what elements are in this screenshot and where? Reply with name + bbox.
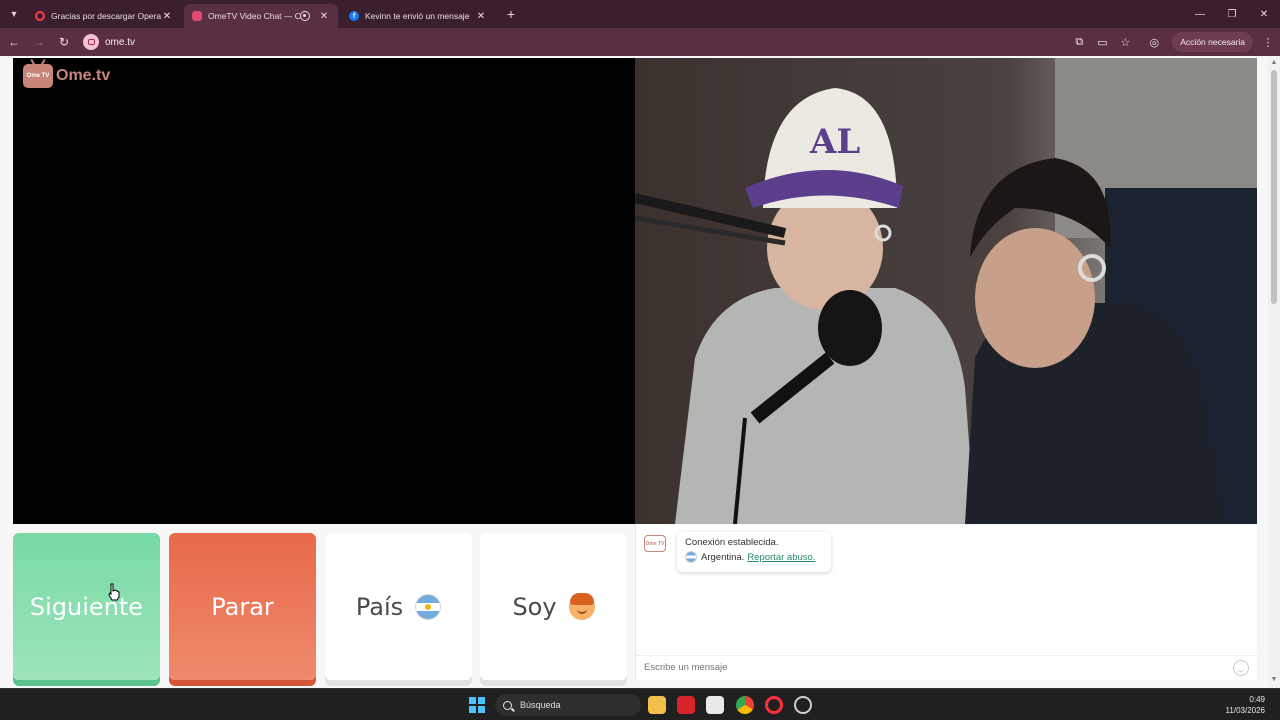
- hand-cursor-icon: [108, 583, 120, 601]
- local-video: Ome TV Ome.tv: [13, 58, 635, 524]
- page-content: Ome TV Ome.tv AL Siguiente Parar País So…: [0, 56, 1280, 688]
- profile-icon[interactable]: ◎: [1143, 31, 1165, 53]
- report-abuse-link[interactable]: Reportar abuso.: [747, 552, 815, 563]
- close-window-icon[interactable]: ✕: [1248, 0, 1280, 28]
- reload-icon[interactable]: ↻: [53, 31, 75, 53]
- tv-logo-icon: Ome TV: [23, 64, 53, 88]
- message-bar: [636, 655, 1257, 679]
- ometv-icon: [192, 11, 202, 21]
- connection-status: Conexión establecida.: [685, 537, 779, 548]
- maximize-icon[interactable]: ❐: [1216, 0, 1248, 28]
- translate-icon[interactable]: ⧉: [1068, 31, 1090, 53]
- country-button[interactable]: País: [325, 533, 472, 680]
- country-line: Argentina. Reportar abuso.: [685, 551, 823, 563]
- file-explorer-icon[interactable]: [648, 696, 666, 714]
- remote-video-frame: AL: [635, 58, 1257, 524]
- tab-search-button[interactable]: ▾: [4, 4, 24, 24]
- argentina-flag-icon: [415, 593, 442, 620]
- scroll-thumb[interactable]: [1271, 70, 1277, 304]
- next-label: Siguiente: [29, 592, 144, 621]
- ometv-logo[interactable]: Ome TV Ome.tv: [23, 64, 110, 88]
- stop-button[interactable]: Parar: [169, 533, 316, 680]
- search-icon: [503, 700, 512, 710]
- recording-icon: [300, 11, 310, 21]
- boy-emoji-icon: [568, 592, 595, 620]
- menu-icon[interactable]: ⋮: [1257, 31, 1279, 53]
- clock-date: 11/03/2026: [1225, 706, 1265, 715]
- site-info-icon[interactable]: [83, 34, 99, 50]
- bookmark-star-icon[interactable]: ☆: [1114, 31, 1136, 53]
- opera-gx-icon[interactable]: [794, 696, 812, 714]
- close-icon[interactable]: ✕: [318, 11, 330, 22]
- next-button[interactable]: Siguiente: [13, 533, 160, 680]
- facebook-icon: f: [349, 11, 359, 21]
- close-icon[interactable]: ✕: [475, 11, 487, 22]
- scroll-up-icon[interactable]: ▲: [1270, 59, 1278, 66]
- clock-time: 0:49: [1249, 695, 1265, 704]
- emoji-icon[interactable]: [1233, 660, 1249, 676]
- tab-title: Kevinn te envió un mensaje: [365, 11, 470, 21]
- scroll-down-icon[interactable]: ▼: [1270, 676, 1278, 683]
- tab-opera[interactable]: Gracias por descargar Opera ✕: [27, 4, 181, 28]
- svg-text:AL: AL: [809, 122, 860, 162]
- gender-button[interactable]: Soy: [480, 533, 627, 680]
- system-clock[interactable]: 0:49 11/03/2026: [1226, 694, 1265, 716]
- page-scrollbar[interactable]: ▲ ▼: [1268, 56, 1280, 688]
- forward-icon[interactable]: →: [28, 31, 50, 53]
- cast-icon[interactable]: ▭: [1091, 31, 1113, 53]
- argentina-flag-icon: [685, 551, 697, 563]
- ometv-chat-icon: Ome TV: [644, 535, 666, 552]
- country-label: País: [355, 592, 404, 621]
- windows-taskbar: Búsqueda 0:49 11/03/2026: [0, 688, 1280, 720]
- message-input[interactable]: [644, 662, 1204, 673]
- taskbar-search[interactable]: Búsqueda: [495, 694, 641, 716]
- country-name: Argentina.: [701, 551, 745, 563]
- tab-ometv[interactable]: OmeTV Video Chat — Ome ✕: [184, 4, 338, 28]
- tab-title: OmeTV Video Chat — Ome: [208, 11, 300, 21]
- back-icon[interactable]: ←: [3, 31, 25, 53]
- chrome-icon[interactable]: [736, 696, 754, 714]
- chat-panel: Ome TV Conexión establecida. Argentina. …: [635, 525, 1257, 680]
- gender-label: Soy: [512, 592, 557, 621]
- store-icon[interactable]: [706, 696, 724, 714]
- tab-title: Gracias por descargar Opera: [51, 11, 161, 21]
- logo-text: Ome.tv: [56, 67, 111, 84]
- close-icon[interactable]: ✕: [161, 11, 173, 22]
- action-needed-button[interactable]: Acción necesaria: [1172, 32, 1253, 52]
- tab-strip: ▾ Gracias por descargar Opera ✕ OmeTV Vi…: [0, 0, 1280, 28]
- minimize-icon[interactable]: —: [1184, 0, 1216, 28]
- wps-office-icon[interactable]: [677, 696, 695, 714]
- remote-video: AL: [635, 58, 1257, 524]
- windows-start-icon[interactable]: [469, 697, 485, 713]
- system-message: Conexión establecida. Argentina. Reporta…: [677, 532, 831, 572]
- opera-taskbar-icon[interactable]: [765, 696, 783, 714]
- stop-label: Parar: [211, 592, 274, 621]
- browser-toolbar: ← → ↻ ome.tv ⧉ ▭ ☆ ◎ Acción necesaria ⋮: [0, 28, 1280, 56]
- tab-facebook[interactable]: f Kevinn te envió un mensaje ✕: [341, 4, 495, 28]
- new-tab-button[interactable]: +: [503, 6, 519, 22]
- address-bar[interactable]: ome.tv: [105, 37, 135, 48]
- opera-icon: [35, 11, 45, 21]
- search-label: Búsqueda: [520, 700, 561, 710]
